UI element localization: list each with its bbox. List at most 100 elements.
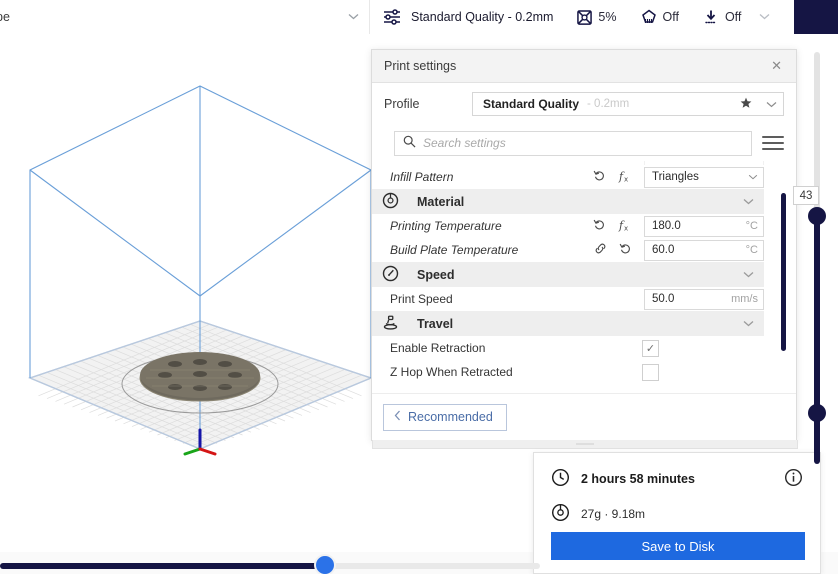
profile-label: Profile (384, 97, 420, 111)
link-icon[interactable] (594, 242, 607, 258)
svg-text:x: x (624, 175, 628, 183)
cura-application-window: pe Standard Quality - 0.2mm (0, 0, 838, 574)
chevron-left-icon (394, 410, 401, 424)
save-to-disk-button[interactable]: Save to Disk (551, 532, 805, 560)
material-usage-row: 27g · 9.18m (551, 503, 803, 525)
profile-sublabel: - 0.2mm (587, 98, 630, 110)
profile-row: Profile Standard Quality - 0.2mm (372, 83, 796, 125)
search-input[interactable]: Search settings (394, 130, 752, 156)
setting-label: Infill Pattern (390, 170, 454, 184)
print-setup-button[interactable]: Standard Quality - 0.2mm 5% Off Off (370, 0, 838, 34)
revert-icon[interactable] (593, 218, 606, 234)
path-slider-handle[interactable] (314, 554, 336, 574)
layer-slider-range (814, 214, 820, 464)
chevron-down-icon[interactable] (766, 97, 777, 111)
print-job-summary-card: 2 hours 58 minutes 27g · 9.18m Save to D… (533, 452, 821, 574)
chevron-down-icon[interactable] (743, 269, 754, 281)
setting-value: 60.0 (652, 244, 675, 256)
settings-scrollbar[interactable] (781, 193, 786, 351)
setting-row-clipped-top[interactable] (372, 161, 764, 165)
setting-label: Z Hop When Retracted (390, 365, 513, 379)
setting-unit: °C (745, 244, 758, 256)
path-slider-range (0, 563, 318, 569)
sliders-icon (382, 7, 402, 27)
print-settings-header: Print settings ✕ (372, 50, 796, 83)
setting-unit: °C (745, 220, 758, 232)
setting-label: Enable Retraction (390, 341, 486, 355)
recommended-label: Recommended (408, 410, 493, 424)
layer-slider-upper-handle[interactable] (808, 207, 826, 225)
setting-number-field[interactable]: 180.0 °C (644, 215, 764, 237)
category-row-material[interactable]: Material (372, 189, 764, 214)
category-label: Speed (417, 267, 455, 282)
support-icon (641, 9, 657, 25)
setting-checkbox[interactable]: ✓ (642, 339, 659, 357)
category-row-speed[interactable]: Speed (372, 262, 764, 287)
infill-value: 5% (598, 10, 617, 24)
infill-icon (577, 9, 593, 25)
setting-label: Print Speed (390, 292, 453, 306)
setting-value: 180.0 (652, 220, 681, 232)
setting-number-field[interactable]: 60.0 °C (644, 239, 764, 261)
material-usage-value: 27g · 9.18m (581, 507, 646, 521)
adhesion-value: Off (724, 10, 742, 24)
chevron-down-icon[interactable] (759, 11, 770, 23)
chevron-down-icon[interactable] (743, 196, 754, 208)
settings-list-scroll-area[interactable]: Infill Pattern fx Triangles Material Pri… (372, 161, 796, 393)
revert-icon[interactable] (619, 242, 632, 258)
profile-combobox[interactable]: Standard Quality - 0.2mm (472, 92, 784, 116)
search-placeholder: Search settings (423, 136, 506, 150)
adhesion-icon (703, 9, 719, 25)
star-icon[interactable] (740, 97, 752, 112)
setting-value: 50.0 (652, 293, 675, 305)
chevron-down-icon[interactable] (743, 318, 754, 330)
speedometer-icon (382, 265, 399, 285)
recommended-button[interactable]: Recommended (383, 403, 507, 431)
setting-row-z-hop-when-retracted[interactable]: Z Hop When Retracted (372, 360, 764, 384)
active-profile-label: Standard Quality - 0.2mm (411, 10, 554, 24)
setting-row-printing-temperature[interactable]: Printing Temperature fx 180.0 °C (372, 214, 764, 238)
layer-slider-lower-handle[interactable] (808, 404, 826, 422)
panel-resize-grip[interactable] (372, 440, 798, 449)
top-toolbar: pe Standard Quality - 0.2mm (0, 0, 838, 34)
machine-selector-label: pe (0, 10, 10, 24)
close-icon[interactable]: ✕ (767, 56, 786, 76)
profile-value: Standard Quality (483, 97, 580, 111)
function-icon[interactable]: fx (618, 169, 632, 186)
category-row-travel[interactable]: Travel (372, 311, 764, 336)
setting-label: Printing Temperature (390, 219, 502, 233)
setting-row-build-plate-temperature[interactable]: Build Plate Temperature 60.0 °C (372, 238, 764, 262)
setting-value: Triangles (652, 171, 699, 183)
setting-checkbox[interactable] (642, 363, 659, 381)
clock-icon (551, 468, 570, 490)
search-row: Search settings (372, 125, 796, 161)
print-settings-title: Print settings (384, 59, 457, 73)
infill-stat[interactable]: 5% (577, 9, 617, 25)
category-label: Material (417, 194, 465, 209)
support-stat[interactable]: Off (641, 9, 679, 25)
simulation-path-slider[interactable] (0, 552, 540, 574)
function-icon[interactable]: fx (618, 218, 632, 235)
setting-row-infill-pattern[interactable]: Infill Pattern fx Triangles (372, 165, 764, 189)
search-icon (403, 135, 416, 151)
setting-unit: mm/s (731, 293, 758, 305)
info-icon[interactable] (784, 468, 803, 490)
setting-row-enable-retraction[interactable]: Enable Retraction ✓ (372, 336, 764, 360)
layer-view-slider[interactable]: 43 (793, 52, 829, 464)
top-right-panel-block (794, 0, 838, 34)
svg-text:x: x (624, 224, 628, 232)
adhesion-stat[interactable]: Off (703, 9, 741, 25)
hamburger-menu-icon[interactable] (762, 133, 784, 153)
setting-number-field[interactable]: 50.0 mm/s (644, 288, 764, 310)
material-spool-icon (551, 503, 570, 525)
chevron-down-icon (748, 172, 758, 183)
print-settings-footer: Recommended (372, 393, 796, 440)
support-value: Off (662, 10, 679, 24)
revert-icon[interactable] (593, 169, 606, 185)
setting-combobox[interactable]: Triangles (644, 166, 764, 188)
layer-value-label: 43 (793, 186, 819, 205)
machine-selector[interactable]: pe (0, 0, 370, 34)
estimated-time-row: 2 hours 58 minutes (551, 468, 803, 490)
setting-row-print-speed[interactable]: Print Speed 50.0 mm/s (372, 287, 764, 311)
category-label: Travel (417, 316, 454, 331)
